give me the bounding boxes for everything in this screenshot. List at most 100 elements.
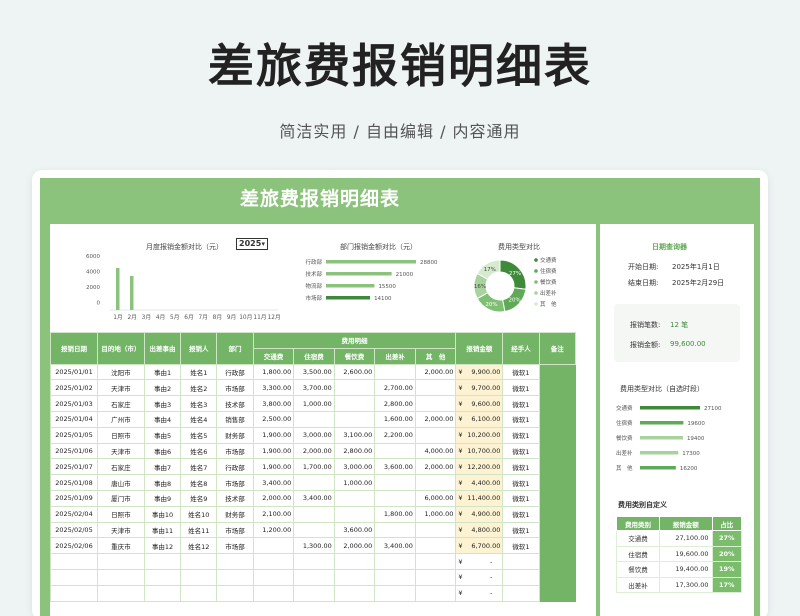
def-row[interactable]: 出差补 17,300.00 17% [615,576,742,593]
table-cell[interactable]: 石家庄 [96,458,145,476]
table-row[interactable]: 2025/01/05 日照市 事由5 姓名5 财务部 1,900.00 3,000.00 3,… [50,426,577,444]
def-row[interactable]: 交通费 27,100.00 27% [615,530,742,547]
table-cell-total[interactable]: ¥ - [455,568,504,586]
table-cell-amount[interactable] [374,474,416,491]
end-date-value[interactable]: 2025年2月29日 [672,278,724,288]
table-cell[interactable] [414,584,457,602]
table-cell[interactable]: 石家庄 [96,395,145,412]
table-cell-amount[interactable]: 1,200.00 [252,521,295,539]
table-cell-amount[interactable] [374,363,416,381]
table-cell-handler[interactable]: 微软1 [502,426,540,444]
table-cell-amount[interactable]: 2,000.00 [414,410,457,428]
table-cell-total[interactable]: ¥9,900.00 [455,363,504,381]
table-cell-amount[interactable] [333,489,376,507]
table-row[interactable]: 2025/02/05 天津市 事由11 姓名11 市场部 1,200.00 3,600.00… [50,521,577,539]
table-cell[interactable]: 姓名3 [180,395,218,412]
table-cell[interactable]: 事由1 [143,363,182,381]
table-cell[interactable]: 2025/01/06 [50,442,98,460]
table-cell[interactable] [216,553,254,570]
table-cell[interactable]: 事由4 [143,410,182,428]
table-cell[interactable]: 天津市 [96,379,145,397]
table-cell-amount[interactable] [252,537,295,555]
table-cell[interactable] [374,568,416,586]
table-row[interactable]: 2025/02/04 日照市 事由10 姓名10 财务部 2,100.00 1,800.00… [50,505,577,523]
year-select[interactable]: 2025 ▾ [236,238,268,250]
table-row[interactable]: 2025/01/01 沈阳市 事由1 姓名1 行政部 1,800.00 3,500.00 2,… [50,363,577,381]
table-cell-amount[interactable]: 1,000.00 [333,474,376,491]
table-cell-amount[interactable]: 2,000.00 [293,442,335,460]
table-cell-amount[interactable]: 1,900.00 [252,442,295,460]
table-cell-amount[interactable] [414,426,457,444]
table-cell[interactable]: 市场部 [216,521,254,539]
table-cell[interactable] [96,553,145,570]
def-cell[interactable]: 交通费 [615,530,661,547]
table-cell[interactable]: 姓名12 [180,537,218,555]
table-cell-total[interactable]: ¥9,600.00 [455,395,504,412]
table-cell[interactable]: 2025/01/03 [50,395,98,412]
table-cell-amount[interactable]: 3,400.00 [293,489,335,507]
table-cell-amount[interactable]: 3,400.00 [252,474,295,491]
table-cell-amount[interactable]: 3,000.00 [293,426,335,444]
table-cell-amount[interactable]: 6,000.00 [414,489,457,507]
table-cell[interactable] [50,584,98,602]
table-cell-amount[interactable]: 3,500.00 [293,363,335,381]
table-cell-amount[interactable] [414,537,457,555]
table-cell-note[interactable] [538,426,577,444]
table-cell[interactable]: 日照市 [96,505,145,523]
table-cell-total[interactable]: ¥10,700.00 [455,442,504,460]
table-cell-handler[interactable]: 微软1 [502,410,540,428]
table-cell[interactable] [96,568,145,586]
def-cell[interactable]: 19% [711,561,742,578]
table-cell-total[interactable]: ¥11,400.00 [455,489,504,507]
table-cell[interactable]: 2025/01/02 [50,379,98,397]
table-cell[interactable]: 2025/02/06 [50,537,98,555]
table-cell-amount[interactable]: 1,300.00 [293,537,335,555]
table-cell[interactable] [216,584,254,602]
table-cell-note[interactable] [538,474,577,491]
table-cell[interactable] [50,568,98,586]
def-cell[interactable]: 餐饮费 [615,561,661,578]
table-cell[interactable] [143,584,182,602]
table-cell[interactable]: 财务部 [216,505,254,523]
table-cell[interactable] [50,553,98,570]
table-row-empty[interactable]: ¥ - [50,553,577,570]
table-cell-amount[interactable]: 3,800.00 [252,395,295,412]
table-cell-total[interactable]: ¥ - [455,584,504,602]
table-cell-amount[interactable] [414,474,457,491]
table-cell[interactable]: 事由2 [143,379,182,397]
table-cell-amount[interactable] [293,410,335,428]
table-row-empty[interactable]: ¥ - [50,584,577,602]
table-cell-handler[interactable]: 微软1 [502,521,540,539]
table-cell-amount[interactable]: 3,100.00 [333,426,376,444]
table-cell-amount[interactable]: 1,600.00 [374,410,416,428]
table-row[interactable]: 2025/01/02 天津市 事由2 姓名2 市场部 3,300.00 3,700.00 2,… [50,379,577,397]
table-cell-amount[interactable]: 1,000.00 [414,505,457,523]
table-cell[interactable] [414,553,457,570]
table-cell[interactable]: 市场部 [216,442,254,460]
table-cell[interactable] [252,584,295,602]
table-cell-handler[interactable]: 微软1 [502,505,540,523]
table-cell-handler[interactable] [502,553,540,570]
table-cell-amount[interactable]: 2,000.00 [414,458,457,476]
table-cell-amount[interactable]: 3,300.00 [252,379,295,397]
table-cell-amount[interactable] [293,505,335,523]
table-cell[interactable]: 广州市 [96,410,145,428]
table-cell-total[interactable]: ¥10,200.00 [455,426,504,444]
table-cell-note[interactable] [538,442,577,460]
table-cell-note[interactable] [538,584,577,602]
table-cell[interactable]: 厦门市 [96,489,145,507]
table-cell-handler[interactable]: 微软1 [502,458,540,476]
table-cell-amount[interactable]: 2,000.00 [414,363,457,381]
table-cell-amount[interactable]: 1,900.00 [252,458,295,476]
table-cell-note[interactable] [538,568,577,586]
table-cell[interactable]: 行政部 [216,363,254,381]
table-cell[interactable] [252,568,295,586]
def-cell[interactable]: 19,400.00 [659,561,713,578]
table-cell[interactable]: 姓名4 [180,410,218,428]
table-cell[interactable]: 事由8 [143,474,182,491]
table-cell-handler[interactable]: 微软1 [502,537,540,555]
table-cell-amount[interactable]: 1,000.00 [293,395,335,412]
table-cell-amount[interactable] [293,521,335,539]
table-cell[interactable] [293,553,335,570]
table-cell[interactable]: 姓名6 [180,442,218,460]
